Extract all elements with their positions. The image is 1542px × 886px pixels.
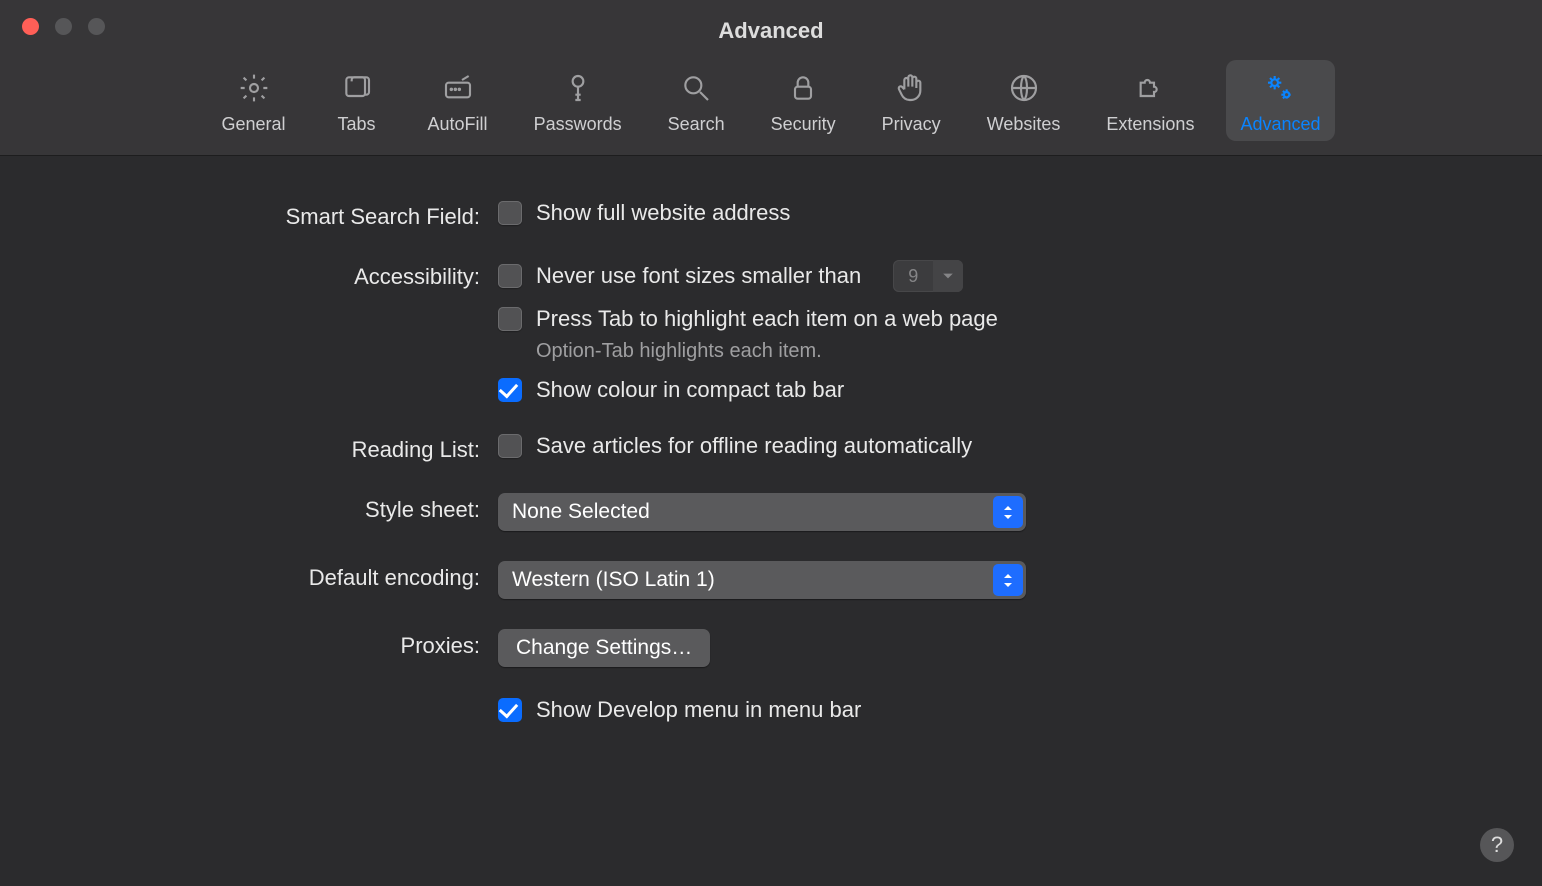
tab-label: Privacy: [882, 114, 941, 135]
style-sheet-label: Style sheet:: [40, 493, 480, 523]
show-develop-menu-checkbox[interactable]: [498, 698, 522, 722]
tab-passwords[interactable]: Passwords: [520, 60, 636, 141]
show-full-address-label: Show full website address: [536, 200, 790, 226]
tab-autofill[interactable]: AutoFill: [414, 60, 502, 141]
proxies-label: Proxies:: [40, 629, 480, 659]
close-window-button[interactable]: [22, 18, 39, 35]
preferences-content: Smart Search Field: Show full website ad…: [0, 156, 1542, 723]
min-font-size-stepper[interactable]: 9: [893, 260, 963, 292]
compact-tab-color-checkbox[interactable]: [498, 378, 522, 402]
popup-arrows-icon: [993, 564, 1023, 596]
tab-label: General: [221, 114, 285, 135]
chevron-down-icon: [933, 260, 963, 292]
popup-arrows-icon: [993, 496, 1023, 528]
tab-search[interactable]: Search: [654, 60, 739, 141]
offline-reading-checkbox[interactable]: [498, 434, 522, 458]
titlebar: Advanced General Tabs AutoFill Passwords: [0, 0, 1542, 156]
gear-icon: [236, 70, 272, 106]
change-settings-label: Change Settings…: [516, 636, 692, 660]
tab-label: Websites: [987, 114, 1061, 135]
default-encoding-value: Western (ISO Latin 1): [512, 568, 715, 592]
tab-label: Advanced: [1240, 114, 1320, 135]
style-sheet-popup[interactable]: None Selected: [498, 493, 1026, 531]
tab-highlight-checkbox[interactable]: [498, 307, 522, 331]
tab-privacy[interactable]: Privacy: [868, 60, 955, 141]
minimize-window-button[interactable]: [55, 18, 72, 35]
reading-list-label: Reading List:: [40, 433, 480, 463]
tabs-icon: [339, 70, 375, 106]
default-encoding-label: Default encoding:: [40, 561, 480, 591]
tab-highlight-hint: Option-Tab highlights each item.: [536, 340, 822, 363]
search-icon: [678, 70, 714, 106]
tab-websites[interactable]: Websites: [973, 60, 1075, 141]
tab-label: AutoFill: [428, 114, 488, 135]
offline-reading-label: Save articles for offline reading automa…: [536, 433, 972, 459]
show-develop-menu-label: Show Develop menu in menu bar: [536, 697, 861, 723]
tab-advanced[interactable]: Advanced: [1226, 60, 1334, 141]
window-title: Advanced: [0, 0, 1542, 54]
tab-label: Search: [668, 114, 725, 135]
tab-label: Tabs: [338, 114, 376, 135]
hand-icon: [893, 70, 929, 106]
help-symbol: ?: [1491, 832, 1503, 858]
autofill-icon: [440, 70, 476, 106]
accessibility-label: Accessibility:: [40, 260, 480, 290]
empty-label: [40, 697, 480, 701]
tab-label: Extensions: [1106, 114, 1194, 135]
tab-tabs[interactable]: Tabs: [318, 60, 396, 141]
tab-label: Security: [771, 114, 836, 135]
tab-highlight-label: Press Tab to highlight each item on a we…: [536, 306, 998, 332]
tab-extensions[interactable]: Extensions: [1092, 60, 1208, 141]
smart-search-label: Smart Search Field:: [40, 200, 480, 230]
show-full-address-checkbox[interactable]: [498, 201, 522, 225]
window-controls: [22, 18, 105, 35]
style-sheet-value: None Selected: [512, 500, 650, 524]
tab-security[interactable]: Security: [757, 60, 850, 141]
help-button[interactable]: ?: [1480, 828, 1514, 862]
min-font-size-label: Never use font sizes smaller than: [536, 263, 861, 289]
lock-icon: [785, 70, 821, 106]
min-font-size-checkbox[interactable]: [498, 264, 522, 288]
tab-general[interactable]: General: [207, 60, 299, 141]
change-settings-button[interactable]: Change Settings…: [498, 629, 710, 667]
globe-icon: [1006, 70, 1042, 106]
default-encoding-popup[interactable]: Western (ISO Latin 1): [498, 561, 1026, 599]
preferences-toolbar: General Tabs AutoFill Passwords Search: [0, 54, 1542, 155]
gears-icon: [1262, 70, 1298, 106]
puzzle-icon: [1132, 70, 1168, 106]
min-font-size-value: 9: [893, 260, 933, 292]
tab-label: Passwords: [534, 114, 622, 135]
compact-tab-color-label: Show colour in compact tab bar: [536, 377, 844, 403]
key-icon: [560, 70, 596, 106]
zoom-window-button[interactable]: [88, 18, 105, 35]
